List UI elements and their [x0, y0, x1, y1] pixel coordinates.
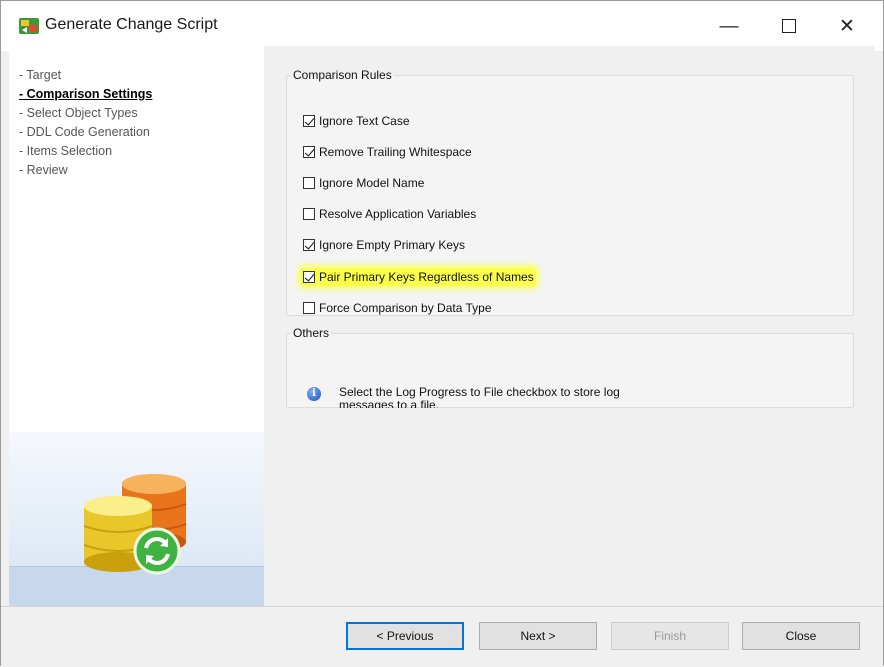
title-bar: Generate Change Script — ✕ [1, 1, 883, 51]
database-sync-icon [83, 474, 187, 575]
minimize-icon: — [719, 15, 739, 37]
window-title: Generate Change Script [45, 16, 218, 33]
dialog-window: Generate Change Script — ✕ - Target - Co… [0, 0, 884, 667]
step-ddl-code-generation[interactable]: - DDL Code Generation [19, 123, 152, 142]
maximize-button[interactable] [769, 9, 809, 43]
option-force-comparison-by-data-type[interactable]: Force Comparison by Data Type [303, 299, 492, 317]
comparison-rules-legend: Comparison Rules [293, 68, 392, 82]
option-label: Ignore Empty Primary Keys [319, 238, 466, 252]
settings-panel: Comparison Rules Ignore Text Case Remove… [264, 46, 875, 606]
step-review[interactable]: - Review [19, 161, 152, 180]
option-label: Pair Primary Keys Regardless of Names [319, 270, 534, 284]
checkbox[interactable] [303, 271, 315, 283]
comparison-rules-group: Comparison Rules Ignore Text Case Remove… [286, 68, 854, 316]
minimize-button[interactable]: — [709, 9, 749, 43]
option-label: Remove Trailing Whitespace [319, 145, 472, 159]
close-button[interactable]: Close [742, 622, 860, 650]
finish-button[interactable]: Finish [611, 622, 729, 650]
app-icon [19, 18, 39, 34]
close-window-button[interactable]: ✕ [827, 9, 867, 43]
close-icon: ✕ [839, 15, 855, 37]
option-label: Ignore Model Name [319, 176, 425, 190]
option-label: Resolve Application Variables [319, 207, 477, 221]
option-remove-trailing-whitespace[interactable]: Remove Trailing Whitespace [303, 143, 472, 161]
step-items-selection[interactable]: - Items Selection [19, 142, 152, 161]
others-group: Others i Select the Log Progress to File… [286, 326, 854, 408]
option-resolve-application-variables[interactable]: Resolve Application Variables [303, 205, 476, 223]
option-label: Force Comparison by Data Type [319, 301, 492, 315]
button-bar: < Previous Next > Finish Close [1, 606, 883, 667]
option-ignore-model-name[interactable]: Ignore Model Name [303, 174, 424, 192]
option-ignore-text-case[interactable]: Ignore Text Case [303, 112, 410, 130]
previous-button[interactable]: < Previous [346, 622, 464, 650]
checkbox[interactable] [303, 115, 315, 127]
checkbox[interactable] [303, 302, 315, 314]
info-message: Select the Log Progress to File checkbox… [339, 386, 620, 408]
option-ignore-empty-primary-keys[interactable]: Ignore Empty Primary Keys [303, 236, 465, 254]
step-select-object-types[interactable]: - Select Object Types [19, 104, 152, 123]
step-comparison-settings[interactable]: - Comparison Settings [19, 85, 152, 104]
checkbox[interactable] [303, 239, 315, 251]
option-pair-primary-keys-regardless-of-names[interactable]: Pair Primary Keys Regardless of Names [301, 268, 536, 286]
next-button[interactable]: Next > [479, 622, 597, 650]
option-label: Ignore Text Case [319, 114, 410, 128]
maximize-icon [782, 19, 796, 33]
info-icon: i [307, 387, 321, 401]
checkbox[interactable] [303, 177, 315, 189]
checkbox[interactable] [303, 208, 315, 220]
wizard-steps-nav: - Target - Comparison Settings - Select … [19, 66, 152, 180]
others-legend: Others [293, 326, 330, 340]
step-target[interactable]: - Target [19, 66, 152, 85]
checkbox[interactable] [303, 146, 315, 158]
wizard-steps-panel: - Target - Comparison Settings - Select … [9, 46, 265, 607]
